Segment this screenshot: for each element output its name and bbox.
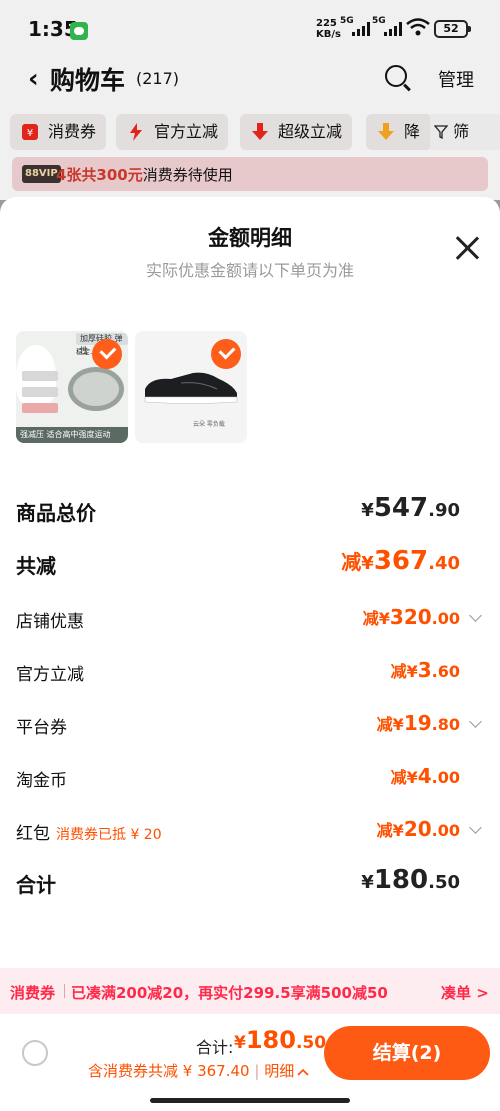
product-thumbnail-shoe[interactable]: 云朵 零负载 [135,331,247,443]
chip-price-drop[interactable]: 降 [366,114,432,150]
chevron-down-icon[interactable] [469,609,482,622]
chip-super-discount[interactable]: 超级立减 [240,114,353,150]
row-amount: ¥180.50 [361,865,460,895]
chip-coupon[interactable]: ¥ 消费券 [10,114,107,150]
product-thumbnail-pillow[interactable]: 加厚硅胶 弹性 稳定… 强减压 适合高中强度运动 [16,331,128,443]
row-amount: ¥547.90 [361,493,460,523]
cart-background: 1:35 225 KB/s 5G 5G 52 ‹ 购物车 (217) 管理 ¥ … [0,0,500,200]
chevron-up-icon[interactable] [297,1068,309,1076]
page-title: 购物车 [50,66,126,95]
row-label: 红包 消费券已抵 ¥ 20 [16,824,162,844]
signal-icon [352,22,374,36]
product-caption: 云朵 零负载 [193,421,225,428]
filter-button[interactable]: 筛选 [430,114,500,177]
filter-icon [433,125,449,140]
row-label: 平台券 [16,718,67,738]
promo-tag: 消费券 [10,984,56,1002]
signal-icon [384,22,406,36]
vip-badge: 88VIP [22,165,61,183]
cart-nav-bar: ‹ 购物车 (217) 管理 [0,56,500,100]
row-grand-total: 合计 ¥180.50 [16,865,484,899]
row-amount: 减¥4.00 [390,764,460,788]
filter-chips: ¥ 消费券 官方立减 超级立减 降 筛选 [10,114,500,177]
total-label: 合计: [196,1038,234,1057]
chevron-down-icon[interactable] [469,715,482,728]
svg-text:¥: ¥ [27,128,33,139]
search-icon[interactable] [385,65,407,87]
chevron-down-icon[interactable] [469,821,482,834]
product-footer-text: 强减压 适合高中强度运动 [16,427,128,443]
row-label: 合计 [16,873,56,897]
row-label: 官方立减 [16,665,84,685]
battery-icon: 52 [434,20,471,38]
sheet-title: 金额明细 [208,226,292,250]
down-arrow-icon [378,123,394,140]
red-packet-note: 消费券已抵 ¥ 20 [56,827,162,843]
discount-summary: 含消费券共减 ¥ 367.40 | 明细 [88,1060,309,1081]
wechat-icon [70,22,88,40]
total-amount: ¥180.50 [234,1026,327,1054]
promo-text: 已凑满200减20，再实付299.5享满500减50 [71,984,388,1002]
back-button[interactable]: ‹ [28,64,39,94]
coupon-banner-text: 4张共300元消费券待使用 [56,166,233,184]
row-shop-discount[interactable]: 店铺优惠 减¥320.00 [16,603,484,633]
selected-check-icon[interactable] [211,339,241,369]
down-arrow-icon [252,123,268,140]
select-all-radio[interactable] [22,1040,48,1066]
row-platform-coupon[interactable]: 平台券 减¥19.80 [16,709,484,739]
row-total-discount: 共减 减¥367.40 [16,546,484,580]
network-speed: 225 KB/s [316,18,341,40]
lightning-icon [130,123,142,141]
row-amount: 减¥320.00 [362,605,460,629]
sheet-subtitle: 实际优惠金额请以下单页为准 [145,261,354,280]
row-label: 商品总价 [16,501,96,525]
shoe-image [144,372,238,404]
chip-official-discount[interactable]: 官方立减 [116,114,229,150]
promo-bar: 消费券 已凑满200减20，再实付299.5享满500减50 凑单 > [0,968,500,1014]
row-total-price: 商品总价 ¥547.90 [16,493,484,527]
row-taojinbi: 淘金币 减¥4.00 [16,762,484,792]
close-icon[interactable] [452,233,482,263]
checkout-bar: 合计: ¥180.50 含消费券共减 ¥ 367.40 | 明细 结算(2) [0,1014,500,1111]
manage-button[interactable]: 管理 [438,66,474,92]
add-items-link[interactable]: 凑单 > [441,982,489,1003]
row-amount: 减¥367.40 [341,546,460,576]
row-label: 共减 [16,554,56,578]
row-official-discount: 官方立减 减¥3.60 [16,656,484,686]
selected-check-icon[interactable] [92,339,122,369]
row-amount: 减¥19.80 [376,711,460,735]
status-bar: 1:35 225 KB/s 5G 5G 52 [0,0,500,60]
row-amount: 减¥20.00 [376,817,460,841]
row-amount: 减¥3.60 [390,658,460,682]
coupon-banner[interactable]: 88VIP 4张共300元消费券待使用 [12,157,488,191]
wifi-icon [406,18,430,36]
coupon-icon: ¥ [22,124,38,140]
checkout-button[interactable]: 结算(2) [324,1026,490,1080]
row-label: 淘金币 [16,771,67,791]
row-red-packet[interactable]: 红包 消费券已抵 ¥ 20 减¥20.00 [16,815,484,845]
cart-count: (217) [136,69,180,88]
detail-toggle[interactable]: 明细 [264,1062,294,1080]
pillow-image [68,367,124,411]
home-indicator[interactable] [150,1098,350,1103]
row-label: 店铺优惠 [16,612,84,632]
